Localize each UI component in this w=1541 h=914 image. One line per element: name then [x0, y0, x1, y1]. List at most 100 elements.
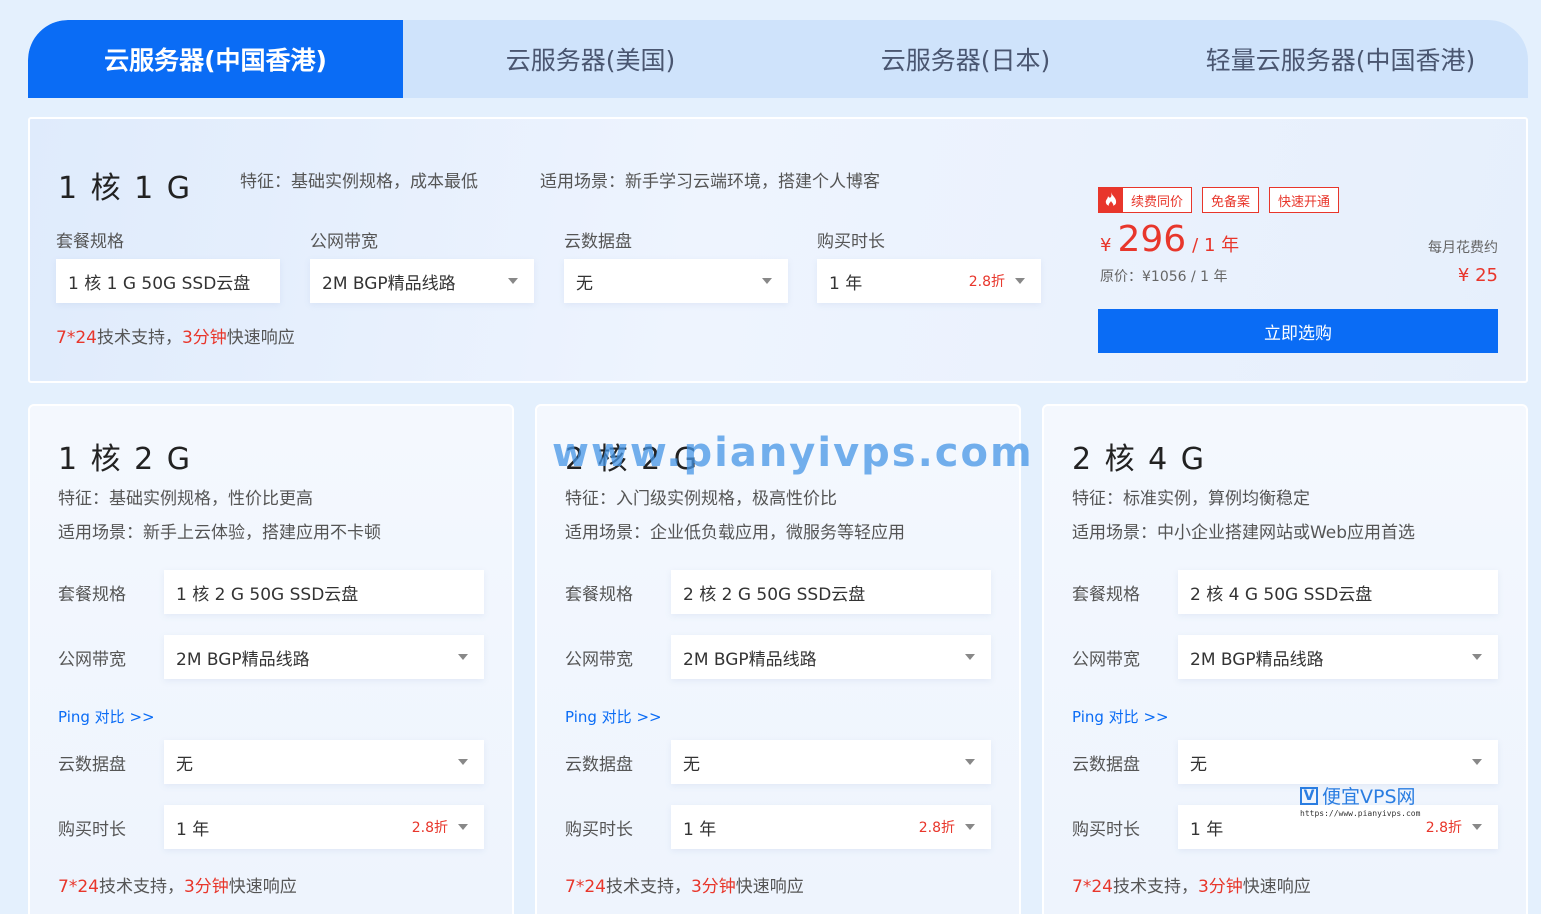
currency-symbol: ¥ — [1100, 235, 1112, 256]
plan-title: 1 核 1 G — [58, 171, 193, 206]
support-minutes: 3分钟 — [1197, 877, 1243, 897]
support-hours: 7*24 — [565, 877, 606, 897]
duration-value: 1 年 — [829, 273, 863, 294]
plan-card: 1 核 2 G 特征：基础实例规格，性价比更高 适用场景：新手上云体验，搭建应用… — [28, 404, 514, 914]
original-price: 原价：¥1056 / 1 年 — [1100, 269, 1228, 285]
spec-label: 套餐规格 — [58, 584, 126, 605]
ping-compare-link[interactable]: Ping 对比 >> — [58, 706, 155, 727]
bandwidth-value: 2M BGP精品线路 — [176, 649, 310, 670]
support-mid: 技术支持， — [605, 877, 691, 897]
duration-select[interactable]: 1 年 2.8折 — [164, 805, 484, 849]
support-end: 快速响应 — [228, 877, 297, 897]
duration-label: 购买时长 — [1072, 819, 1140, 840]
tab-jp-cloud-server[interactable]: 云服务器(日本) — [778, 20, 1153, 98]
ping-compare-link[interactable]: Ping 对比 >> — [565, 706, 662, 727]
buy-now-button[interactable]: 立即选购 — [1098, 309, 1498, 353]
spec-row: 套餐规格 2 核 4 G 50G SSD云盘 — [1072, 570, 1498, 614]
support-end: 快速响应 — [1242, 877, 1311, 897]
plan-scene: 适用场景：企业低负载应用，微服务等轻应用 — [565, 523, 905, 543]
spec-label: 套餐规格 — [1072, 584, 1140, 605]
spec-value: 1 核 1 G 50G SSD云盘 — [56, 259, 280, 303]
chevron-down-icon — [1472, 759, 1482, 765]
support-text: 7*24技术支持，3分钟快速响应 — [1072, 872, 1311, 897]
support-hours: 7*24 — [1072, 877, 1113, 897]
support-hours: 7*24 — [58, 877, 99, 897]
support-text: 7*24技术支持，3分钟快速响应 — [56, 323, 295, 348]
plan-scene: 适用场景：中小企业搭建网站或Web应用首选 — [1072, 523, 1416, 543]
bandwidth-value: 2M BGP精品线路 — [322, 273, 456, 294]
support-mid: 技术支持， — [96, 328, 182, 348]
disk-value: 无 — [1190, 754, 1207, 775]
disk-select[interactable]: 无 — [671, 740, 991, 784]
disk-value: 无 — [576, 273, 593, 294]
duration-label: 购买时长 — [817, 232, 885, 252]
plan-feature: 特征：标准实例，算例均衡稳定 — [1072, 489, 1310, 509]
disk-select[interactable]: 无 — [564, 259, 788, 303]
chevron-down-icon — [508, 278, 518, 284]
spec-label: 套餐规格 — [565, 584, 633, 605]
disk-select[interactable]: 无 — [164, 740, 484, 784]
bandwidth-value: 2M BGP精品线路 — [1190, 649, 1324, 670]
watermark-url: https://www.pianyivps.com — [1300, 809, 1421, 818]
price-amount: 296 — [1117, 219, 1187, 260]
bandwidth-label: 公网带宽 — [1072, 649, 1140, 670]
plan-scene: 适用场景：新手上云体验，搭建应用不卡顿 — [58, 523, 381, 543]
spec-value: 2 核 4 G 50G SSD云盘 — [1178, 570, 1498, 614]
support-text: 7*24技术支持，3分钟快速响应 — [58, 872, 297, 897]
badge-renew-same-price: 续费同价 — [1098, 187, 1193, 213]
price: ¥ 296 / 1 年 — [1100, 219, 1239, 260]
support-mid: 技术支持， — [1112, 877, 1198, 897]
disk-row: 云数据盘 无 — [58, 740, 484, 784]
spec-field: 套餐规格 1 核 1 G 50G SSD云盘 — [56, 227, 280, 303]
disk-select[interactable]: 无 — [1178, 740, 1498, 784]
tab-us-cloud-server[interactable]: 云服务器(美国) — [403, 20, 778, 98]
disk-label: 云数据盘 — [564, 232, 632, 252]
chevron-down-icon — [458, 759, 468, 765]
duration-row: 购买时长 1 年 2.8折 — [1072, 805, 1498, 849]
discount-label: 2.8折 — [411, 820, 448, 836]
chevron-down-icon — [1472, 824, 1482, 830]
bandwidth-select[interactable]: 2M BGP精品线路 — [310, 259, 534, 303]
duration-select[interactable]: 1 年 2.8折 — [671, 805, 991, 849]
discount-label: 2.8折 — [1425, 820, 1462, 836]
duration-row: 购买时长 1 年 2.8折 — [565, 805, 991, 849]
bandwidth-label: 公网带宽 — [310, 232, 378, 252]
bandwidth-label: 公网带宽 — [58, 649, 126, 670]
support-text: 7*24技术支持，3分钟快速响应 — [565, 872, 804, 897]
chevron-down-icon — [1015, 278, 1025, 284]
plan-feature: 特征：入门级实例规格，极高性价比 — [565, 489, 837, 509]
bandwidth-value: 2M BGP精品线路 — [683, 649, 817, 670]
bandwidth-select[interactable]: 2M BGP精品线路 — [164, 635, 484, 679]
discount-label: 2.8折 — [918, 820, 955, 836]
bandwidth-select[interactable]: 2M BGP精品线路 — [1178, 635, 1498, 679]
duration-value: 1 年 — [176, 819, 210, 840]
support-minutes: 3分钟 — [690, 877, 736, 897]
support-end: 快速响应 — [226, 328, 295, 348]
duration-value: 1 年 — [683, 819, 717, 840]
monthly-cost-value: ¥ 25 — [1457, 265, 1498, 286]
bandwidth-row: 公网带宽 2M BGP精品线路 — [58, 635, 484, 679]
bandwidth-row: 公网带宽 2M BGP精品线路 — [565, 635, 991, 679]
plan-card: 2 核 2 G 特征：入门级实例规格，极高性价比 适用场景：企业低负载应用，微服… — [535, 404, 1021, 914]
watermark-text: www.pianyivps.com — [552, 430, 1034, 476]
featured-plan-card: 1 核 1 G 特征：基础实例规格，成本最低 适用场景：新手学习云端环境，搭建个… — [28, 117, 1528, 383]
bandwidth-field: 公网带宽 2M BGP精品线路 — [310, 227, 534, 303]
chevron-down-icon — [458, 654, 468, 660]
duration-select[interactable]: 1 年 2.8折 — [817, 259, 1041, 303]
bandwidth-select[interactable]: 2M BGP精品线路 — [671, 635, 991, 679]
price-period: / 1 年 — [1192, 235, 1240, 256]
product-tabs: 云服务器(中国香港) 云服务器(美国) 云服务器(日本) 轻量云服务器(中国香港… — [28, 20, 1528, 98]
disk-value: 无 — [683, 754, 700, 775]
chevron-down-icon — [762, 278, 772, 284]
badge-no-filing: 免备案 — [1202, 187, 1260, 213]
tab-hk-lightweight-server[interactable]: 轻量云服务器(中国香港) — [1153, 20, 1528, 98]
ping-compare-link[interactable]: Ping 对比 >> — [1072, 706, 1169, 727]
tab-hk-cloud-server[interactable]: 云服务器(中国香港) — [28, 20, 403, 98]
support-minutes: 3分钟 — [181, 328, 227, 348]
spec-row: 套餐规格 1 核 2 G 50G SSD云盘 — [58, 570, 484, 614]
duration-value: 1 年 — [1190, 819, 1224, 840]
plan-title: 1 核 2 G — [58, 442, 193, 477]
feature-badges: 续费同价 免备案 快速开通 — [1098, 187, 1340, 213]
monthly-cost-label: 每月花费约 — [1428, 240, 1498, 256]
spec-row: 套餐规格 2 核 2 G 50G SSD云盘 — [565, 570, 991, 614]
